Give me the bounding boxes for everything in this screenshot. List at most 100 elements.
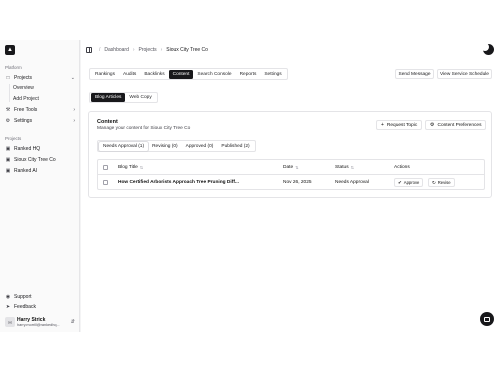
check-circle-icon: ✔ — [398, 179, 402, 185]
button-label: Revise — [437, 180, 451, 185]
project-icon: ▣ — [5, 156, 11, 163]
sidebar-item-label: Support — [14, 293, 32, 300]
sidebar-item-label: Ranked HQ — [14, 145, 41, 152]
plus-icon: + — [381, 122, 384, 128]
view-service-schedule-button[interactable]: View Service Schedule — [437, 69, 492, 79]
breadcrumb-current: Sioux City Tree Co — [166, 47, 208, 53]
card-title: Content — [97, 119, 118, 125]
separator: / — [99, 47, 101, 53]
chat-widget-button[interactable] — [480, 312, 494, 326]
life-buoy-icon: ◉ — [5, 293, 11, 300]
sidebar-project-sioux-city-tree-co[interactable]: ▣ Sioux City Tree Co — [3, 155, 78, 164]
status-cell: Needs Approval — [335, 180, 369, 185]
sidebar-item-feedback[interactable]: ➤ Feedback — [3, 302, 78, 311]
sidebar-item-support[interactable]: ◉ Support — [3, 292, 78, 301]
blog-title-cell[interactable]: How Certified Arborists Approach Tree Pr… — [118, 175, 239, 190]
sidebar-item-label: Settings — [14, 117, 33, 124]
content-card: Content Manage your content for Sioux Ci… — [88, 111, 492, 198]
header-label: Date — [283, 165, 294, 170]
chevron-right-icon: › — [160, 47, 163, 53]
avatar: H — [5, 317, 15, 327]
sidebar-item-label: Free Tools — [14, 106, 38, 113]
logo-icon[interactable]: ▲ — [5, 45, 15, 55]
sidebar-item-free-tools[interactable]: ⚒ Free Tools › — [3, 105, 78, 114]
content-preferences-button[interactable]: ⚙ Content Preferences — [425, 120, 487, 130]
chevron-down-icon: ⌄ — [70, 74, 75, 81]
table-header-row: Blog Title ⇅ Date ⇅ Status ⇅ Actions — [98, 160, 484, 175]
approve-button[interactable]: ✔ Approve — [394, 178, 424, 187]
button-label: Approve — [403, 180, 420, 185]
filter-approved[interactable]: Approved (0) — [182, 142, 218, 151]
send-message-button[interactable]: Send Message — [395, 69, 434, 79]
revise-button[interactable]: ↻ Revise — [428, 178, 455, 187]
filter-published[interactable]: Published (2) — [217, 142, 253, 151]
sidebar-item-projects[interactable]: □ Projects ⌄ — [3, 73, 78, 82]
sidebar: ▲ Platform □ Projects ⌄ Overview Add Pro… — [0, 40, 80, 332]
submenu-line — [9, 84, 10, 102]
gear-icon: ⚙ — [430, 122, 435, 128]
sort-icon: ⇅ — [139, 165, 144, 170]
content-type-tabs: Blog Articles Web Copy — [89, 92, 158, 103]
breadcrumb: / Dashboard › Projects › Sioux City Tree… — [86, 45, 208, 55]
tab-settings[interactable]: Settings — [260, 70, 285, 79]
row-checkbox[interactable] — [103, 180, 108, 185]
projects-section-label: Projects — [5, 136, 22, 141]
tab-backlinks[interactable]: Backlinks — [140, 70, 168, 79]
request-topic-button[interactable]: + Request Topic — [376, 120, 423, 130]
sidebar-project-ranked-hq[interactable]: ▣ Ranked HQ — [3, 144, 78, 153]
sort-icon: ⇅ — [350, 165, 354, 170]
column-header-status[interactable]: Status ⇅ — [335, 160, 354, 175]
app-window: ▲ Platform □ Projects ⌄ Overview Add Pro… — [0, 40, 500, 332]
filter-needs-approval[interactable]: Needs Approval (1) — [99, 141, 149, 151]
user-menu[interactable]: H Harry Strick harry.morrill@rankedhq...… — [3, 315, 78, 329]
tab-audits[interactable]: Audits — [119, 70, 140, 79]
select-all-cell — [103, 160, 108, 175]
sort-icon: ⇅ — [295, 165, 299, 170]
theme-toggle-icon[interactable] — [481, 43, 494, 55]
sidebar-project-ranked-ai[interactable]: ▣ Ranked AI — [3, 166, 78, 175]
chevron-right-icon: › — [73, 106, 75, 113]
header-label: Blog Title — [118, 165, 138, 170]
sidebar-sub-add-project[interactable]: Add Project — [13, 96, 39, 102]
chevron-right-icon: › — [73, 117, 75, 124]
gear-icon: ⚙ — [5, 117, 11, 124]
tab-content[interactable]: Content — [168, 69, 194, 79]
tab-reports[interactable]: Reports — [236, 70, 261, 79]
project-icon: ▣ — [5, 145, 11, 152]
column-header-actions: Actions — [394, 160, 410, 175]
button-label: Request Topic — [386, 122, 418, 128]
tab-search-console[interactable]: Search Console — [193, 70, 235, 79]
send-icon: ➤ — [5, 303, 11, 310]
chat-icon — [484, 316, 490, 322]
table-row[interactable]: How Certified Arborists Approach Tree Pr… — [98, 175, 484, 190]
date-cell: Nov 26, 2025 — [283, 180, 312, 185]
sidebar-sub-overview[interactable]: Overview — [13, 85, 34, 91]
tab-blog-articles[interactable]: Blog Articles — [91, 93, 126, 102]
folder-icon: □ — [6, 74, 10, 81]
breadcrumb-dashboard[interactable]: Dashboard — [104, 47, 128, 53]
tab-web-copy[interactable]: Web Copy — [125, 93, 155, 102]
sidebar-toggle-icon[interactable] — [86, 47, 92, 53]
sidebar-item-label: Feedback — [14, 303, 36, 310]
button-label: Content Preferences — [437, 122, 482, 128]
card-description: Manage your content for Sioux City Tree … — [97, 126, 191, 131]
sidebar-item-label: Sioux City Tree Co — [14, 156, 56, 163]
main-content: / Dashboard › Projects › Sioux City Tree… — [81, 40, 500, 332]
wrench-icon: ⚒ — [5, 106, 11, 113]
project-icon: ▣ — [5, 167, 11, 174]
filter-revising[interactable]: Revising (0) — [148, 142, 182, 151]
column-header-date[interactable]: Date ⇅ — [283, 160, 299, 175]
status-filter-tabs: Needs Approval (1) Revising (0) Approved… — [97, 140, 256, 152]
breadcrumb-projects[interactable]: Projects — [139, 47, 157, 53]
column-header-title[interactable]: Blog Title ⇅ — [118, 160, 143, 175]
header-label: Actions — [394, 165, 410, 170]
sidebar-item-label: Ranked AI — [14, 167, 38, 174]
sidebar-item-settings[interactable]: ⚙ Settings › — [3, 116, 78, 125]
row-select-cell — [103, 175, 108, 190]
tab-rankings[interactable]: Rankings — [91, 70, 119, 79]
project-tabs: Rankings Audits Backlinks Content Search… — [89, 68, 288, 80]
blog-table: Blog Title ⇅ Date ⇅ Status ⇅ Actions How… — [97, 159, 485, 190]
user-email: harry.morrill@rankedhq... — [17, 323, 60, 327]
select-all-checkbox[interactable] — [103, 165, 108, 170]
chevrons-up-down-icon: ⇵ — [70, 319, 75, 325]
